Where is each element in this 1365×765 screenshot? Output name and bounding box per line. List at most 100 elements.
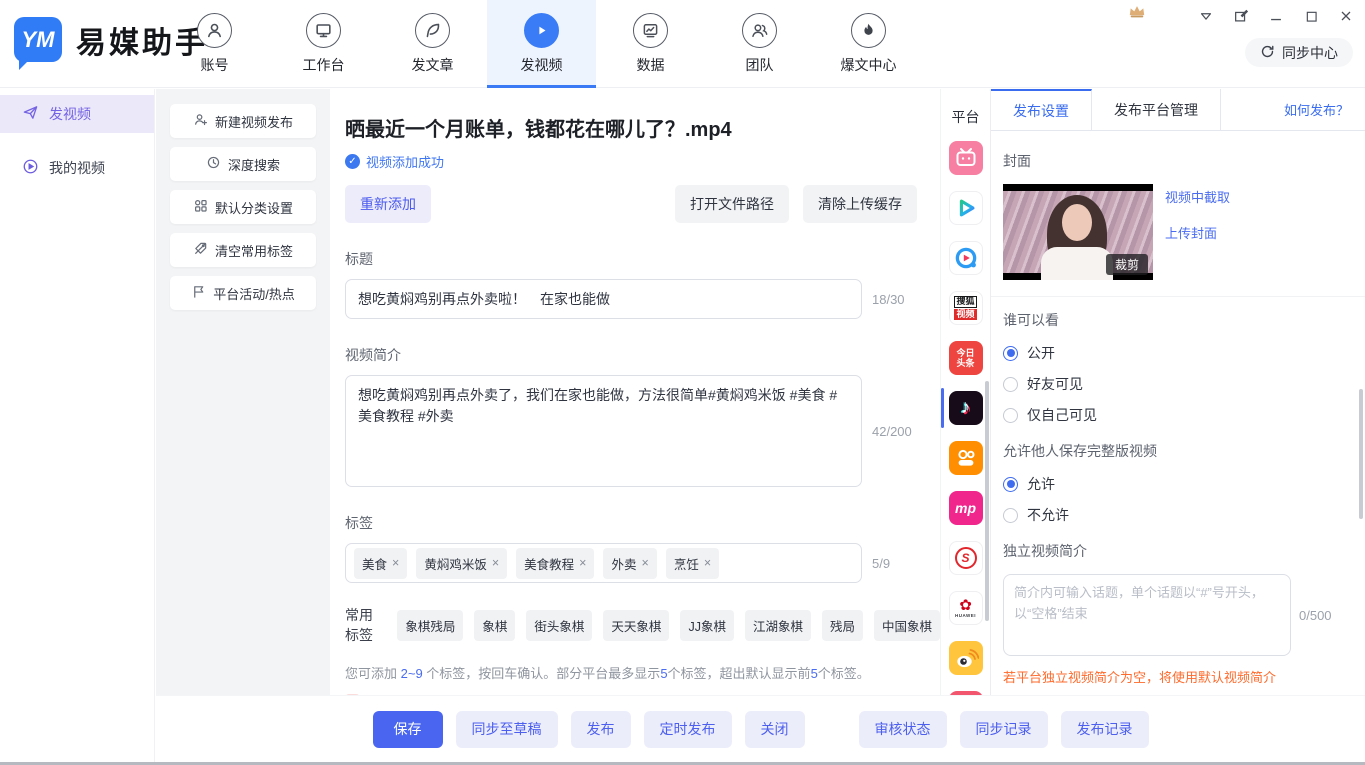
tags-input[interactable]: 美食× 黄焖鸡米饭× 美食教程× 外卖× 烹饪× xyxy=(345,543,862,583)
common-tag[interactable]: 残局 xyxy=(822,610,863,641)
platform-douyin-icon[interactable]: ♪ xyxy=(949,391,983,425)
save-button[interactable]: 保存 xyxy=(373,711,443,748)
vip-crown-icon xyxy=(1128,4,1146,24)
description-label: 视频简介 xyxy=(345,345,940,365)
remove-tag-icon[interactable]: × xyxy=(392,556,399,570)
tag-chip: 美食× xyxy=(354,548,407,579)
title-counter: 18/30 xyxy=(872,292,905,307)
tab-platform-management[interactable]: 发布平台管理 xyxy=(1092,89,1221,130)
common-tag[interactable]: 江湖象棋 xyxy=(745,610,811,641)
settings-scrollbar-thumb[interactable] xyxy=(1359,389,1363,519)
close-button[interactable]: 关闭 xyxy=(745,711,805,748)
feather-pen-icon xyxy=(415,13,450,48)
remove-tag-icon[interactable]: × xyxy=(642,556,649,570)
common-tag[interactable]: 中国象棋 xyxy=(874,610,940,641)
platform-haokan-video-icon[interactable] xyxy=(949,241,983,275)
platform-weibo-icon[interactable] xyxy=(949,641,983,675)
paper-plane-icon xyxy=(22,104,39,124)
platform-strip: 平台 搜狐 视频 今日头条 ♪ xyxy=(940,89,990,695)
platform-strip-label: 平台 xyxy=(941,107,990,127)
title-input[interactable] xyxy=(345,279,862,319)
tags-label: 标签 xyxy=(345,513,940,533)
crop-badge[interactable]: 裁剪 xyxy=(1106,254,1148,275)
dropdown-caret-icon[interactable] xyxy=(1197,7,1215,25)
new-video-publish-button[interactable]: 新建视频发布 xyxy=(170,104,316,138)
platform-tencent-video-icon[interactable] xyxy=(949,191,983,225)
platform-activity-button[interactable]: 平台活动/热点 xyxy=(170,276,316,310)
platform-sohu-video-icon[interactable]: 搜狐 视频 xyxy=(949,291,983,325)
visibility-option-friends[interactable]: 好友可见 xyxy=(1003,374,1353,394)
description-textarea[interactable]: 想吃黄焖鸡别再点外卖了，我们在家也能做，方法很简单#黄焖鸡米饭 #美食 #美食教… xyxy=(345,375,862,487)
platform-toutiao-icon[interactable]: 今日头条 xyxy=(949,341,983,375)
common-tag[interactable]: 街头象棋 xyxy=(526,610,592,641)
common-tag[interactable]: JJ象棋 xyxy=(680,610,734,641)
remove-tag-icon[interactable]: × xyxy=(492,556,499,570)
chart-icon xyxy=(633,13,668,48)
nav-item-account[interactable]: 账号 xyxy=(160,0,269,88)
tab-publish-settings[interactable]: 发布设置 xyxy=(991,89,1092,130)
nav-item-post-article[interactable]: 发文章 xyxy=(378,0,487,88)
user-icon xyxy=(197,13,232,48)
tag-chip: 黄焖鸡米饭× xyxy=(416,548,507,579)
app-header: YM 易媒助手 账号 工作台 发文章 xyxy=(0,0,1365,88)
deep-search-button[interactable]: 深度搜索 xyxy=(170,147,316,181)
save-option-allow[interactable]: 允许 xyxy=(1003,474,1353,494)
visibility-option-private[interactable]: 仅自己可见 xyxy=(1003,405,1353,425)
clear-upload-cache-button[interactable]: 清除上传缓存 xyxy=(803,185,917,223)
platform-bilibili-icon[interactable] xyxy=(949,141,983,175)
readd-video-button[interactable]: 重新添加 xyxy=(345,185,431,223)
visibility-option-public[interactable]: 公开 xyxy=(1003,343,1353,363)
common-tag[interactable]: 天天象棋 xyxy=(603,610,669,641)
common-tag[interactable]: 象棋 xyxy=(474,610,515,641)
review-status-button[interactable]: 审核状态 xyxy=(859,711,947,748)
how-to-publish-link[interactable]: 如何发布？ xyxy=(1284,100,1349,119)
capture-from-video-link[interactable]: 视频中截取 xyxy=(1165,187,1230,206)
nav-item-team[interactable]: 团队 xyxy=(705,0,814,88)
sidebar-item-post-video[interactable]: 发视频 xyxy=(0,95,154,133)
screenshot-icon[interactable] xyxy=(1232,7,1250,25)
platform-scrollbar-thumb[interactable] xyxy=(985,381,989,621)
divider xyxy=(991,296,1365,297)
save-option-deny[interactable]: 不允许 xyxy=(1003,505,1353,525)
visibility-label: 谁可以看 xyxy=(1003,310,1353,330)
platform-kuaishou-icon[interactable] xyxy=(949,441,983,475)
sidebar: 发视频 我的视频 xyxy=(0,89,155,762)
clear-common-tags-button[interactable]: 清空常用标签 xyxy=(170,233,316,267)
cover-label: 封面 xyxy=(1003,151,1353,171)
common-tag[interactable]: 象棋残局 xyxy=(397,610,463,641)
maximize-icon[interactable] xyxy=(1302,7,1320,25)
close-icon[interactable] xyxy=(1337,7,1355,25)
sync-to-draft-button[interactable]: 同步至草稿 xyxy=(456,711,558,748)
publish-button[interactable]: 发布 xyxy=(571,711,631,748)
scheduled-publish-button[interactable]: 定时发布 xyxy=(644,711,732,748)
remove-tag-icon[interactable]: × xyxy=(704,556,711,570)
open-file-path-button[interactable]: 打开文件路径 xyxy=(675,185,789,223)
grid-icon xyxy=(193,198,208,216)
cover-thumbnail[interactable]: 裁剪 xyxy=(1003,184,1153,280)
sync-center-button[interactable]: 同步中心 xyxy=(1245,38,1353,67)
play-circle-icon xyxy=(22,158,39,178)
platform-sina-icon[interactable]: S xyxy=(949,541,983,575)
sidebar-item-my-videos[interactable]: 我的视频 xyxy=(0,149,154,187)
nav-item-post-video[interactable]: 发视频 xyxy=(487,0,596,88)
platform-dafeng-mp-icon[interactable]: mp xyxy=(949,491,983,525)
settings-body: 封面 裁剪 视频中截取 上传封面 谁可以看 xyxy=(991,131,1365,738)
radio-selected-icon xyxy=(1003,477,1018,492)
upload-cover-link[interactable]: 上传封面 xyxy=(1165,223,1230,242)
independent-desc-textarea[interactable] xyxy=(1003,574,1291,656)
workbench-icon xyxy=(306,13,341,48)
nav-item-hot-center[interactable]: 爆文中心 xyxy=(814,0,923,88)
remove-tag-icon[interactable]: × xyxy=(579,556,586,570)
clock-icon xyxy=(206,155,221,173)
minimize-icon[interactable] xyxy=(1267,7,1285,25)
nav-item-data[interactable]: 数据 xyxy=(596,0,705,88)
platform-huawei-icon[interactable]: ✿ HUAWEI xyxy=(949,591,983,625)
default-category-settings-button[interactable]: 默认分类设置 xyxy=(170,190,316,224)
title-label: 标题 xyxy=(345,249,940,269)
file-actions-row: 重新添加 打开文件路径 清除上传缓存 xyxy=(345,185,917,223)
nav-item-workbench[interactable]: 工作台 xyxy=(269,0,378,88)
publish-records-button[interactable]: 发布记录 xyxy=(1061,711,1149,748)
common-tags-label: 常用标签 xyxy=(345,605,386,645)
video-publish-form: 晒最近一个月账单，钱都花在哪儿了？.mp4 ✓ 视频添加成功 重新添加 打开文件… xyxy=(330,89,940,695)
sync-records-button[interactable]: 同步记录 xyxy=(960,711,1048,748)
